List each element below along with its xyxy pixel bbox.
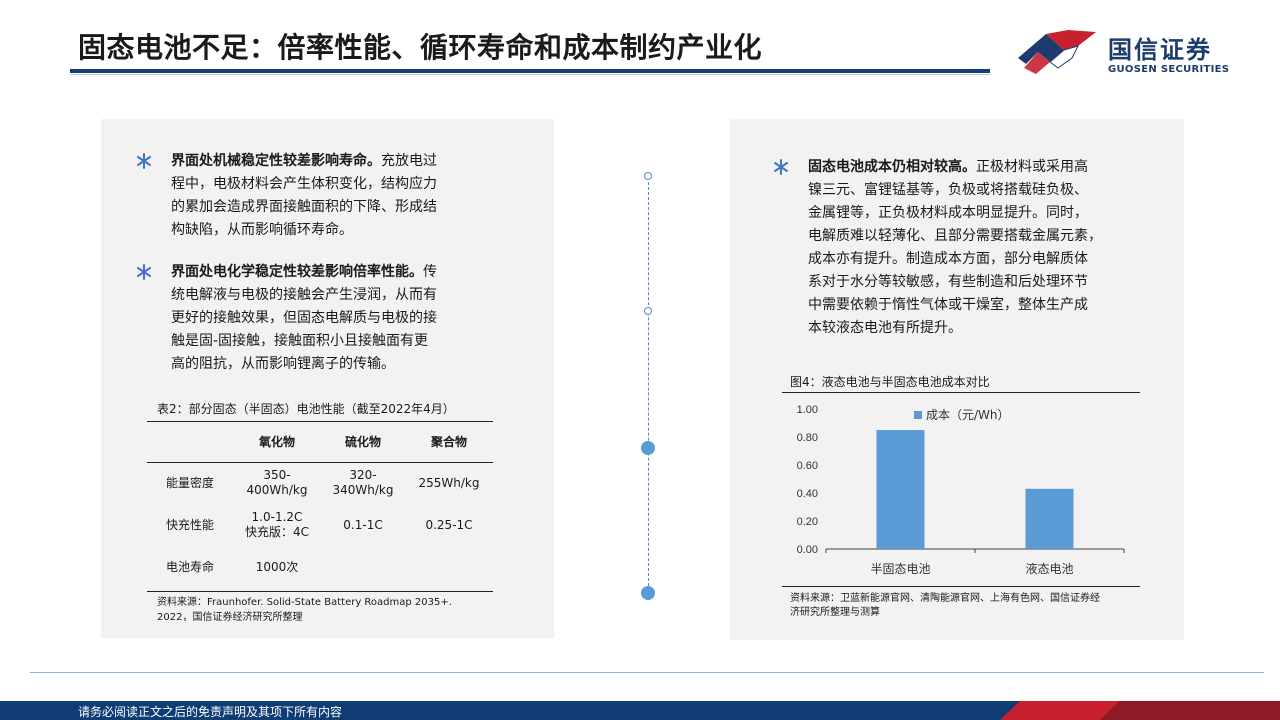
table-cell: 0.25-1C bbox=[425, 517, 473, 532]
cost-bar-chart: 0.00 0.20 0.40 0.60 0.80 1.00 半固态电池 液态电池 成本（元/Wh… bbox=[797, 404, 1125, 576]
company-logo: 国信证券 GUOSEN SECURITIES bbox=[1016, 28, 1236, 78]
footer-accent-stripes-icon bbox=[1000, 701, 1280, 720]
footer-divider bbox=[30, 672, 1264, 673]
y-tick-label: 0.00 bbox=[797, 544, 818, 556]
page-title: 固态电池不足：倍率性能、循环寿命和成本制约产业化 bbox=[78, 31, 763, 64]
y-tick-label: 0.80 bbox=[797, 432, 818, 444]
table-header-cell bbox=[147, 422, 233, 462]
table-source-note: 资料来源：Fraunhofer. Solid-State Battery Roa… bbox=[157, 597, 452, 623]
table-row-label: 快充性能 bbox=[165, 517, 214, 532]
chart-caption: 图4：液态电池与半固态电池成本对比 bbox=[790, 375, 990, 389]
right-content-panel: 固态电池成本仍相对较高。正极材料或采用高 镍三元、富锂锰基等，负极或将搭载硅负极… bbox=[730, 119, 1184, 640]
timeline-node-hollow bbox=[644, 172, 652, 180]
table-cell: 1.0-1.2C 快充版：4C bbox=[244, 510, 309, 539]
legend-swatch bbox=[914, 411, 922, 419]
y-tick-label: 0.20 bbox=[797, 516, 818, 528]
bar bbox=[876, 430, 925, 549]
table-row-label: 能量密度 bbox=[165, 475, 214, 490]
table-bottom-rule bbox=[147, 591, 493, 592]
table-row: 能量密度 350- 400Wh/kg 320- 340Wh/kg 255Wh/kg bbox=[147, 462, 493, 504]
bullet-text: 界面处电化学稳定性较差影响倍率性能。传 统电解液与电极的接触会产生浸润，从而有 … bbox=[171, 264, 437, 372]
timeline-node-solid bbox=[641, 441, 655, 455]
table-header-cell: 硫化物 bbox=[344, 435, 381, 450]
asterisk-icon bbox=[137, 264, 151, 280]
guosen-logo-mark-icon bbox=[1018, 30, 1096, 74]
table-header-row: 氧化物 硫化物 聚合物 bbox=[147, 422, 493, 462]
x-tick-label: 半固态电池 bbox=[870, 562, 930, 576]
table-cell: 255Wh/kg bbox=[418, 475, 480, 490]
y-tick-label: 1.00 bbox=[797, 404, 818, 416]
title-underline bbox=[70, 69, 990, 73]
y-tick-label: 0.40 bbox=[797, 488, 818, 500]
table-cell: 320- 340Wh/kg bbox=[332, 468, 394, 498]
bar bbox=[1025, 488, 1074, 549]
left-content-panel: 界面处机械稳定性较差影响寿命。充放电过 程中，电极材料会产生体积变化，结构应力 … bbox=[101, 119, 554, 638]
table-row-label: 电池寿命 bbox=[165, 559, 214, 574]
chart-source-note: 资料来源：卫蓝新能源官网、清陶能源官网、上海有色网、国信证券经 济研究所整理与测… bbox=[790, 593, 1100, 618]
bullet-text: 固态电池成本仍相对较高。正极材料或采用高 镍三元、富锂锰基等，负极或将搭载硅负极… bbox=[808, 159, 1102, 336]
table-row: 电池寿命 1000次 bbox=[147, 546, 493, 588]
table-cell: 350- 400Wh/kg bbox=[246, 468, 308, 498]
bullet-text: 界面处机械稳定性较差影响寿命。充放电过 程中，电极材料会产生体积变化，结构应力 … bbox=[171, 153, 437, 238]
table-cell: 0.1-1C bbox=[343, 517, 383, 532]
x-tick-label: 液态电池 bbox=[1025, 561, 1073, 576]
table-row: 快充性能 1.0-1.2C 快充版：4C 0.1-1C 0.25-1C bbox=[147, 504, 493, 546]
table-header-cell: 聚合物 bbox=[430, 435, 467, 450]
table-caption: 表2：部分固态（半固态）电池性能（截至2022年4月） bbox=[157, 402, 455, 416]
battery-performance-table: 氧化物 硫化物 聚合物 能量密度 350- 400Wh/kg 320- 340Wh/… bbox=[147, 422, 493, 588]
chart-bottom-rule bbox=[782, 586, 1140, 587]
logo-english-text: GUOSEN SECURITIES bbox=[1108, 64, 1230, 75]
y-tick-label: 0.60 bbox=[797, 460, 818, 472]
logo-chinese-text: 国信证券 bbox=[1108, 36, 1212, 64]
table-header-cell: 氧化物 bbox=[258, 435, 295, 450]
asterisk-icon bbox=[774, 159, 788, 175]
timeline-divider bbox=[648, 182, 649, 586]
timeline-node-hollow bbox=[644, 307, 652, 315]
table-cell bbox=[321, 546, 405, 588]
footer-disclaimer: 请务必阅读正文之后的免责声明及其项下所有内容 bbox=[78, 705, 343, 719]
chart-top-rule bbox=[782, 392, 1140, 393]
timeline-node-solid bbox=[641, 586, 655, 600]
table-cell: 1000次 bbox=[255, 559, 299, 574]
footer-bar: 请务必阅读正文之后的免责声明及其项下所有内容 bbox=[0, 701, 1280, 720]
title-underline-thin bbox=[70, 74, 990, 75]
table-cell bbox=[405, 546, 493, 588]
asterisk-icon bbox=[137, 153, 151, 169]
legend-label: 成本（元/Wh） bbox=[926, 408, 1010, 422]
